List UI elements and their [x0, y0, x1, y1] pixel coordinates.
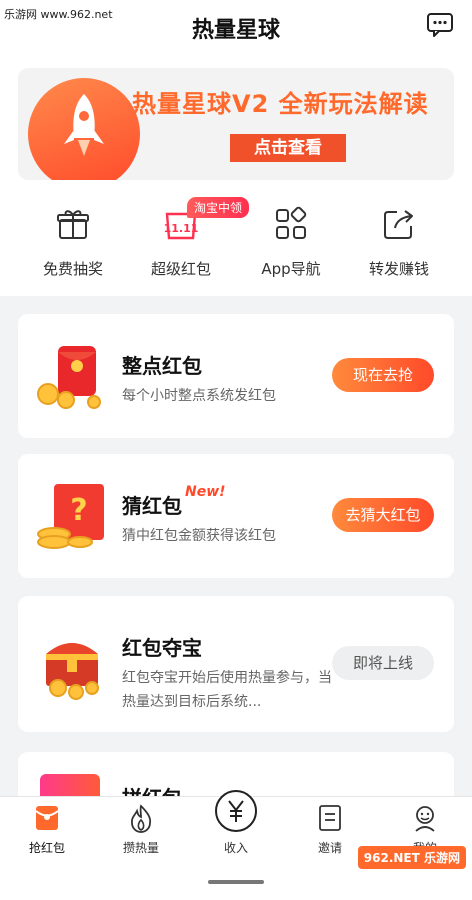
watermark-top: 乐游网 www.962.net [4, 8, 113, 21]
quick-action-app-nav[interactable]: App导航 [232, 196, 350, 279]
card-title: 猜红包 [122, 494, 182, 518]
card-treasure-red-packet[interactable]: 红包夺宝 红包夺宝开始后使用热量参与，当热量达到目标后系统... 即将上线 [18, 596, 454, 732]
tab-label: 攒热量 [122, 841, 159, 855]
quick-action-label: 转发赚钱 [368, 260, 429, 278]
treasure-chest-icon [36, 630, 108, 700]
guess-button[interactable]: 去猜大红包 [332, 498, 434, 532]
card-desc: 每个小时整点系统发红包 [122, 388, 276, 404]
banner-title: 热量星球V2 全新玩法解读 [132, 90, 429, 118]
tab-label: 收入 [223, 841, 248, 855]
red-envelope-coins-icon [36, 342, 108, 412]
quick-action-free-lottery[interactable]: 免费抽奖 [14, 196, 132, 279]
flame-icon [126, 803, 156, 833]
svg-text:11.11: 11.11 [164, 222, 199, 235]
quick-action-label: 超级红包 [150, 260, 211, 278]
question-envelope-icon: ? [36, 482, 108, 552]
card-title: 红包夺宝 [122, 636, 202, 660]
tab-label: 抢红包 [28, 841, 65, 855]
invite-doc-icon [315, 803, 345, 833]
tab-earn-calories[interactable]: 攒热量 [94, 803, 188, 856]
home-indicator[interactable] [208, 880, 264, 884]
gift-icon [55, 206, 91, 242]
quick-action-label: App导航 [261, 260, 321, 278]
coming-soon-button: 即将上线 [332, 646, 434, 680]
message-dots-icon[interactable] [426, 12, 454, 38]
card-title: 整点红包 [122, 354, 202, 378]
yuan-circle-icon [214, 789, 258, 833]
tab-income[interactable]: 收入 [189, 790, 283, 856]
banner-view-button[interactable]: 点击查看 [230, 134, 346, 162]
red-envelope-icon [32, 803, 62, 833]
watermark-bottom: 962.NET 乐游网 [357, 846, 466, 869]
card-desc: 猜中红包金额获得该红包 [122, 528, 276, 544]
quick-action-share-earn[interactable]: 转发赚钱 [340, 196, 458, 279]
quick-action-label: 免费抽奖 [42, 260, 103, 278]
profile-icon [410, 803, 440, 833]
card-guess-red-packet[interactable]: ? 猜红包 猜中红包金额获得该红包 去猜大红包 [18, 454, 454, 578]
tab-grab-red-packet[interactable]: 抢红包 [0, 803, 94, 856]
grab-now-button[interactable]: 现在去抢 [332, 358, 434, 392]
share-icon [381, 206, 417, 242]
new-tag: New! [185, 484, 226, 500]
card-desc: 红包夺宝开始后使用热量参与，当热量达到目标后系统... [122, 670, 332, 710]
svg-text:?: ? [70, 493, 87, 528]
card-hourly-red-packet[interactable]: 整点红包 每个小时整点系统发红包 现在去抢 [18, 314, 454, 438]
apps-grid-icon [273, 206, 309, 242]
rocket-icon [64, 94, 104, 156]
